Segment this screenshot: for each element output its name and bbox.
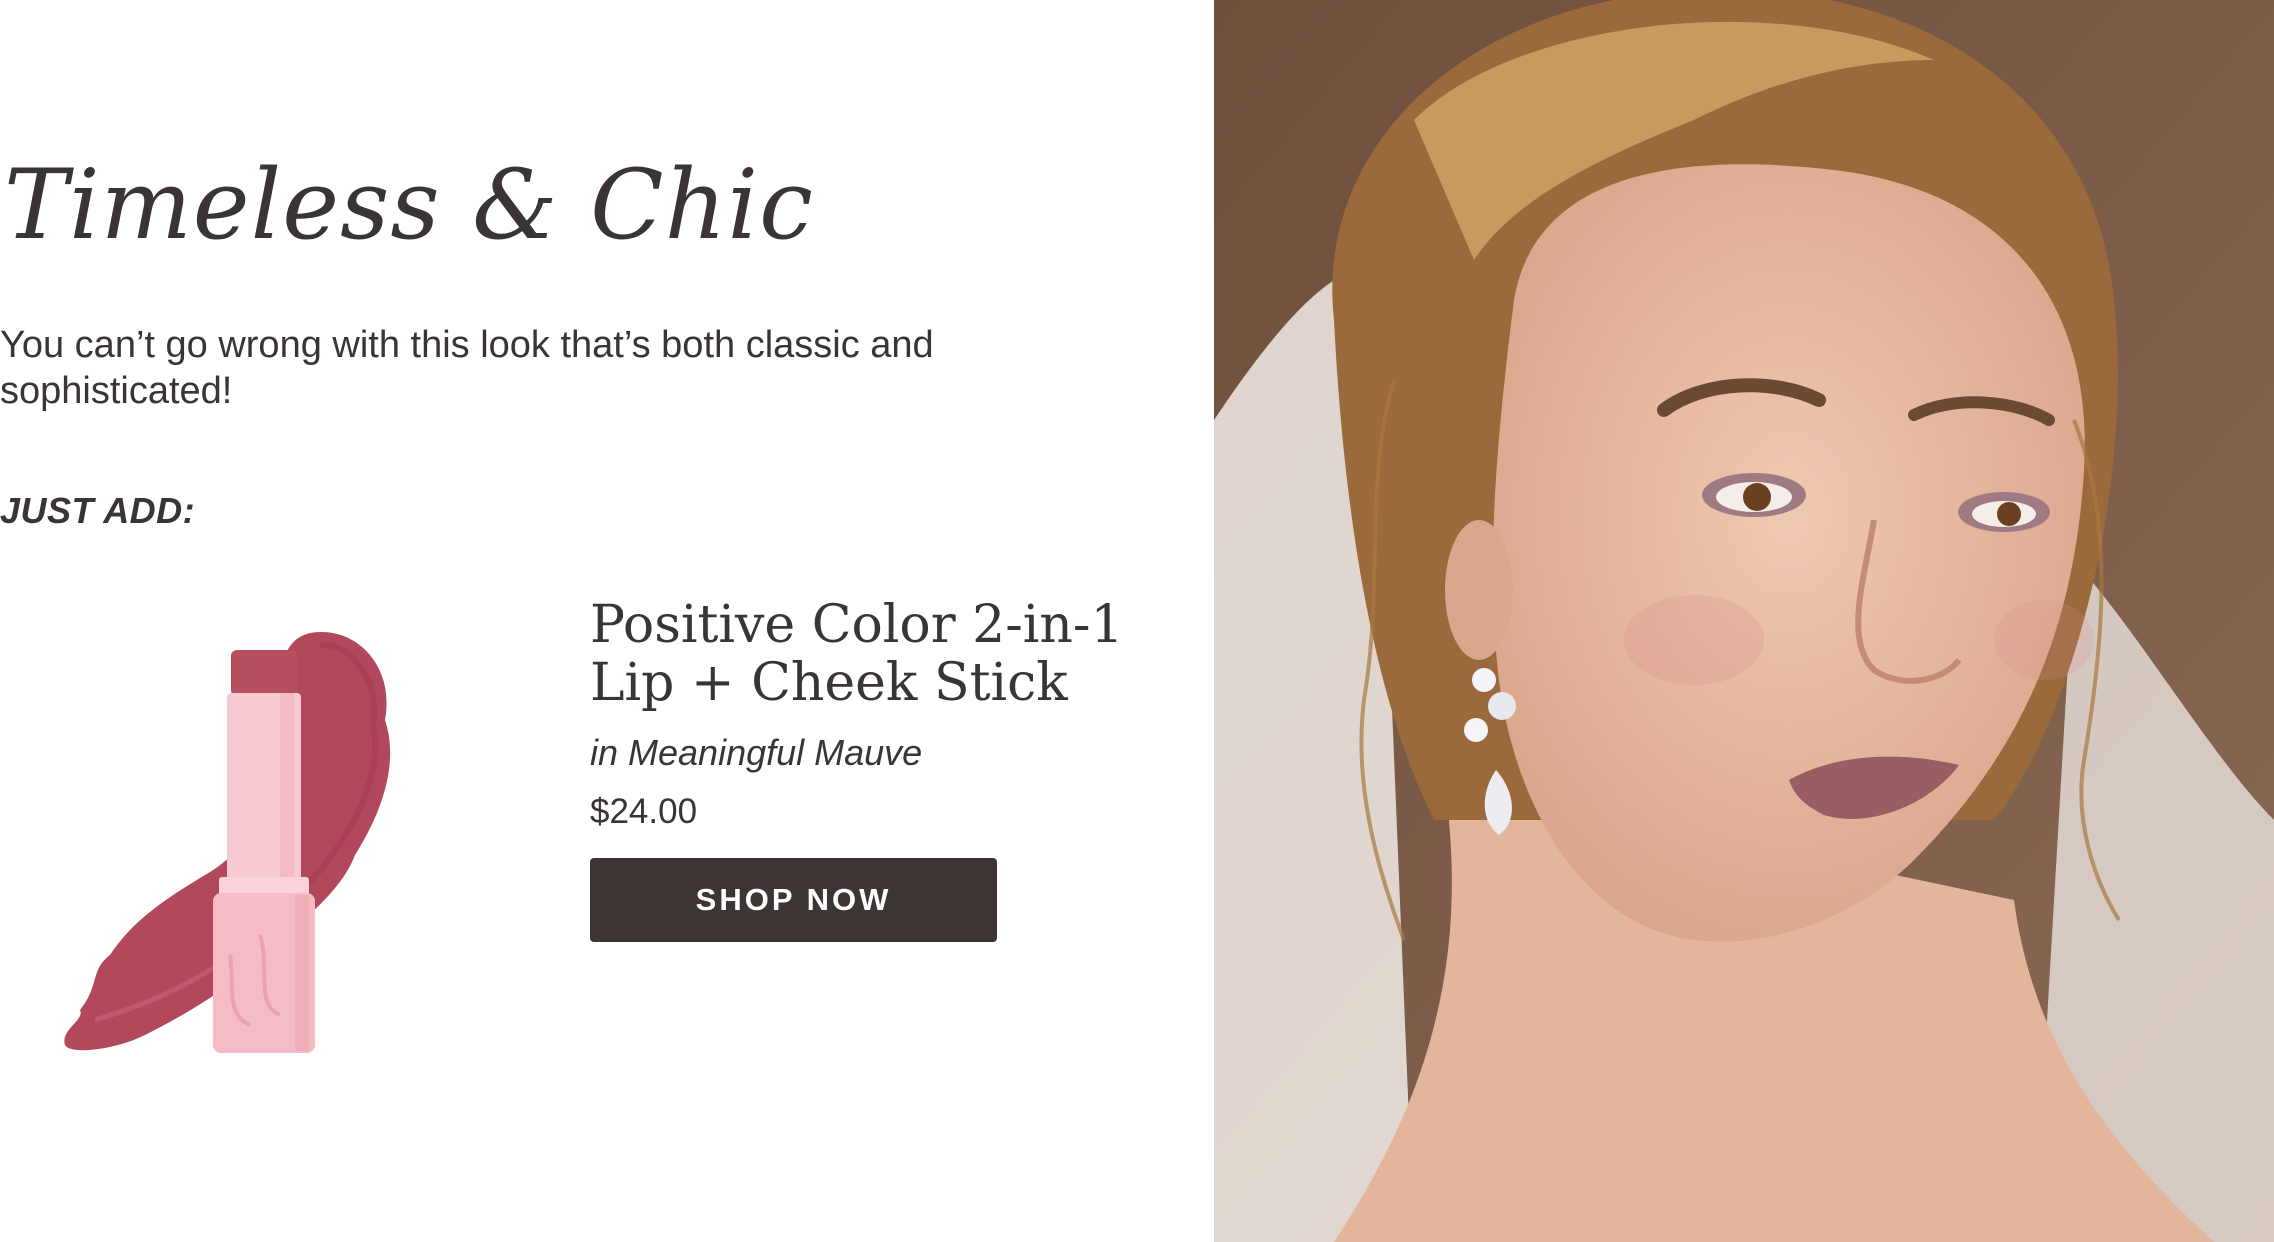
shop-now-button[interactable]: SHOP NOW: [590, 858, 997, 942]
just-add-label: JUST ADD:: [0, 490, 196, 531]
product-details: Positive Color 2-in-1 Lip + Cheek Stick …: [590, 596, 1150, 942]
product-image[interactable]: [55, 625, 475, 1070]
hero-portrait: [1214, 0, 2274, 1242]
page-title: Timeless & Chic: [4, 149, 814, 261]
lip-cheek-stick-icon: [64, 631, 391, 1053]
product-name[interactable]: Positive Color 2-in-1 Lip + Cheek Stick: [590, 596, 1150, 712]
product-shade: in Meaningful Mauve: [590, 732, 923, 773]
content-panel: Timeless & Chic You can’t go wrong with …: [0, 0, 1214, 1242]
intro-text: You can’t go wrong with this look that’s…: [0, 324, 934, 412]
product-price: $24.00: [590, 792, 698, 831]
portrait-photo-icon: [1214, 0, 2274, 1242]
